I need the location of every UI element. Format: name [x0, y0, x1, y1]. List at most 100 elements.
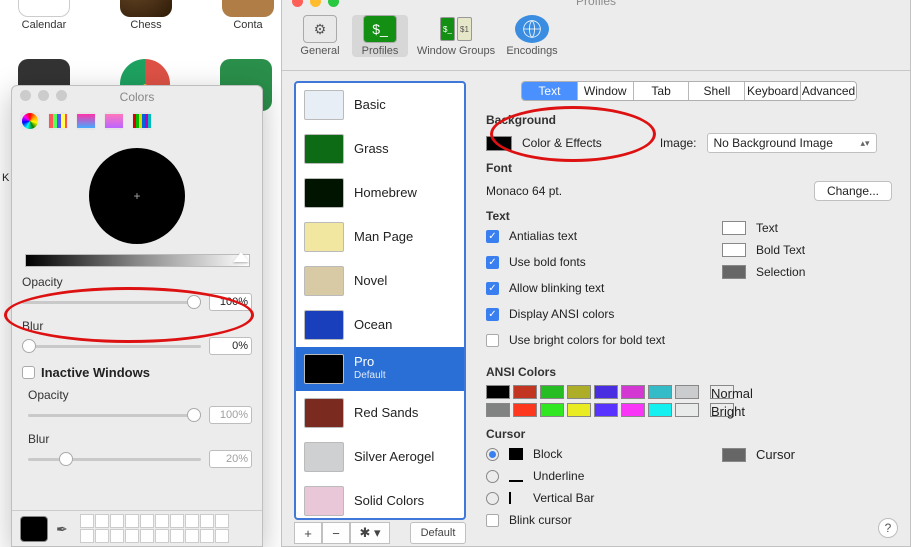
inactive-blur-label: Blur — [28, 432, 252, 446]
ansi-swatch[interactable] — [486, 385, 510, 399]
ansi-swatch[interactable] — [594, 403, 618, 417]
tab-text[interactable]: Text — [522, 82, 578, 100]
color-palettes-icon[interactable] — [76, 112, 96, 130]
toolbar-window-groups[interactable]: $_$1Window Groups — [412, 15, 500, 57]
profile-item-red-sands[interactable]: Red Sands — [296, 391, 464, 435]
color-effects-button[interactable]: Color & Effects — [522, 136, 602, 150]
profile-item-silver-aerogel[interactable]: Silver Aerogel — [296, 435, 464, 479]
blur-slider[interactable] — [22, 345, 201, 348]
ansi-normal-row[interactable]: Normal — [486, 385, 892, 399]
app-chess[interactable]: Chess — [120, 0, 172, 31]
preferences-titlebar[interactable]: Profiles — [282, 0, 910, 11]
ansi-swatch[interactable] — [675, 403, 699, 417]
image-palettes-icon[interactable] — [104, 112, 124, 130]
ansi-swatch[interactable] — [621, 385, 645, 399]
opacity-slider[interactable] — [22, 301, 201, 304]
ansi-swatch[interactable] — [594, 385, 618, 399]
colors-title: Colors — [120, 90, 155, 104]
image-label: Image: — [660, 136, 697, 150]
profile-item-man-page[interactable]: Man Page — [296, 215, 464, 259]
profile-item-homebrew[interactable]: Homebrew — [296, 171, 464, 215]
ansi-swatch[interactable] — [648, 403, 672, 417]
tab-tab[interactable]: Tab — [634, 82, 690, 100]
profile-settings-main: TextWindowTabShellKeyboardAdvanced Backg… — [478, 71, 910, 546]
app-calendar[interactable]: Calendar — [18, 0, 70, 31]
toolbar-general[interactable]: ⚙General — [292, 15, 348, 57]
profile-list[interactable]: BasicGrassHomebrewMan PageNovelOceanProD… — [294, 81, 466, 520]
cursor-underline-radio[interactable]: Underline — [486, 469, 722, 483]
ansi-colors-checkbox[interactable]: Display ANSI colors — [486, 307, 892, 321]
window-title: Profiles — [576, 0, 616, 8]
profile-item-grass[interactable]: Grass — [296, 127, 464, 171]
opacity-value[interactable]: 100% — [209, 293, 252, 311]
pencils-icon[interactable] — [132, 112, 152, 130]
background-image-select[interactable]: No Background Image▴▾ — [707, 133, 877, 153]
gear-icon: ⚙ — [303, 15, 337, 43]
profile-actions-button[interactable]: ✱ ▾ — [350, 522, 390, 544]
colors-footer: ✒ — [12, 510, 262, 546]
eyedropper-icon[interactable]: ✒ — [56, 521, 72, 537]
tab-shell[interactable]: Shell — [689, 82, 745, 100]
blinking-checkbox[interactable]: Allow blinking text — [486, 281, 892, 295]
selection-color-row[interactable]: Selection — [722, 265, 892, 279]
text-color-row[interactable]: Text — [722, 221, 892, 235]
app-label: Calendar — [18, 19, 70, 31]
settings-tabs: TextWindowTabShellKeyboardAdvanced — [521, 81, 857, 101]
ansi-swatch[interactable] — [648, 385, 672, 399]
ansi-swatch[interactable] — [621, 403, 645, 417]
ansi-bright-row[interactable]: Bright — [486, 403, 892, 417]
remove-profile-button[interactable]: − — [322, 522, 350, 544]
traffic-lights[interactable] — [20, 90, 67, 101]
background-color-swatch[interactable] — [486, 136, 512, 151]
tab-keyboard[interactable]: Keyboard — [745, 82, 801, 100]
ansi-swatch[interactable] — [567, 385, 591, 399]
toolbar-profiles[interactable]: $_Profiles — [352, 15, 408, 57]
add-profile-button[interactable]: + — [294, 522, 322, 544]
background-heading: Background — [486, 113, 892, 127]
color-sliders-icon[interactable] — [48, 112, 68, 130]
cursor-vbar-radio[interactable]: Vertical Bar — [486, 491, 722, 505]
color-wheel-icon[interactable] — [20, 112, 40, 130]
brightness-slider[interactable] — [25, 254, 250, 267]
profile-item-basic[interactable]: Basic — [296, 83, 464, 127]
inactive-opacity-label: Opacity — [28, 388, 252, 402]
current-color-swatch[interactable] — [20, 516, 48, 542]
tab-advanced[interactable]: Advanced — [801, 82, 856, 100]
bright-bold-checkbox[interactable]: Use bright colors for bold text — [486, 333, 892, 347]
ansi-swatch[interactable] — [540, 403, 564, 417]
blink-cursor-checkbox[interactable]: Blink cursor — [486, 513, 722, 527]
blur-value[interactable]: 0% — [209, 337, 252, 355]
label-k: K — [2, 172, 9, 184]
swatch-grid[interactable] — [80, 514, 229, 543]
ansi-swatch[interactable] — [567, 403, 591, 417]
ansi-swatch[interactable] — [675, 385, 699, 399]
color-wheel[interactable] — [89, 148, 185, 244]
font-heading: Font — [486, 161, 892, 175]
profile-item-ocean[interactable]: Ocean — [296, 303, 464, 347]
ansi-swatch[interactable] — [540, 385, 564, 399]
bold-text-color-row[interactable]: Bold Text — [722, 243, 892, 257]
inactive-windows-checkbox[interactable] — [22, 366, 35, 379]
windows-icon: $_$1 — [439, 15, 473, 43]
set-default-button[interactable]: Default — [410, 522, 466, 544]
help-button[interactable]: ? — [878, 518, 898, 538]
ansi-swatch[interactable] — [513, 403, 537, 417]
inactive-windows-row[interactable]: Inactive Windows — [22, 365, 252, 380]
toolbar-encodings[interactable]: Encodings — [504, 15, 560, 57]
profile-item-novel[interactable]: Novel — [296, 259, 464, 303]
opacity-label: Opacity — [22, 275, 252, 289]
preferences-toolbar: ⚙General $_Profiles $_$1Window Groups En… — [282, 11, 910, 71]
profile-item-solid-colors[interactable]: Solid Colors — [296, 479, 464, 518]
change-font-button[interactable]: Change... — [814, 181, 892, 201]
cursor-color-row[interactable]: Cursor — [722, 447, 892, 462]
font-value: Monaco 64 pt. — [486, 184, 562, 198]
ansi-swatch[interactable] — [486, 403, 510, 417]
traffic-lights[interactable] — [292, 0, 339, 7]
tab-window[interactable]: Window — [578, 82, 634, 100]
inactive-blur-slider — [28, 458, 201, 461]
colors-titlebar[interactable]: Colors — [12, 86, 262, 108]
cursor-block-radio[interactable]: Block — [486, 447, 722, 461]
app-contacts[interactable]: Conta — [222, 0, 274, 31]
ansi-swatch[interactable] — [513, 385, 537, 399]
profile-item-pro[interactable]: ProDefault — [296, 347, 464, 391]
